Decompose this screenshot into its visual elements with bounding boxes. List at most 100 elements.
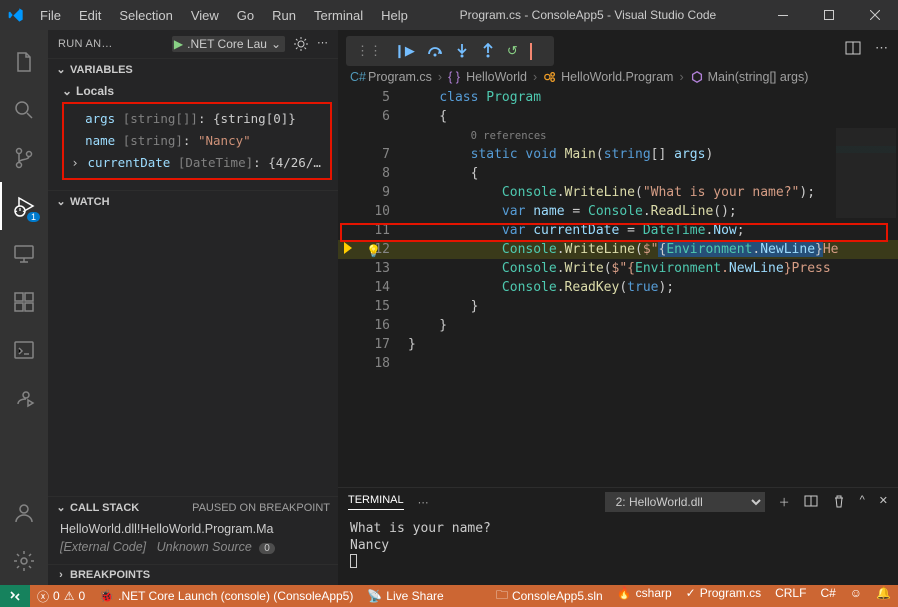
vscode-logo-icon [8,7,24,23]
drag-handle-icon[interactable]: ⋮⋮ [356,43,382,59]
minimap[interactable] [836,128,896,218]
eol-status[interactable]: CRLF [768,586,813,600]
more-icon[interactable]: ⋯ [317,36,328,52]
breakpoints-section-header[interactable]: › BREAKPOINTS [48,565,338,585]
code-line[interactable]: 7 static void Main(string[] args) [338,145,898,164]
breadcrumb[interactable]: C#Program.cs › { }HelloWorld › HelloWorl… [338,66,898,88]
menu-help[interactable]: Help [373,4,416,27]
variables-section-header[interactable]: ⌄ VARIABLES [48,59,338,80]
notifications-icon[interactable]: 🔔 [869,586,898,600]
execution-pointer-icon [344,242,352,254]
menu-edit[interactable]: Edit [71,4,109,27]
code-line[interactable]: 0 references [338,126,898,145]
namespace-icon: { } [448,70,462,84]
menu-view[interactable]: View [183,4,227,27]
lang-mode-status[interactable]: C# [813,586,842,600]
more-icon[interactable]: ⋯ [418,496,429,509]
liveshare-status[interactable]: 📡Live Share [360,585,450,607]
continue-icon[interactable]: ❙▶ [394,43,415,59]
variable-row[interactable]: › currentDate [DateTime]: {4/26/202… [70,152,324,174]
debug-target[interactable]: 🐞.NET Core Launch (console) (ConsoleApp5… [92,585,360,607]
solution-status[interactable]: 🗀ConsoleApp5.sln [489,586,610,607]
callstack-frame[interactable]: HelloWorld.dll!HelloWorld.Program.Ma [60,520,330,538]
maximize-panel-icon[interactable]: ^ [860,494,865,510]
remote-icon [8,589,22,603]
search-icon [12,98,36,122]
activity-search[interactable] [0,86,48,134]
debug-badge: 1 [27,212,40,222]
code-editor[interactable]: 5 class Program6 { 0 references7 static … [338,88,898,487]
chevron-down-icon: ⌄ [62,84,72,98]
launch-config-select[interactable]: ▶ .NET Core Lau ⌄ [172,36,285,52]
menu-file[interactable]: File [32,4,69,27]
warning-icon: ⚠ [64,589,75,603]
code-line[interactable]: 15 } [338,297,898,316]
step-over-icon[interactable] [427,44,443,58]
remote-explorer-icon [12,242,36,266]
step-out-icon[interactable] [481,43,495,59]
remote-indicator[interactable] [0,585,30,607]
activity-settings[interactable] [0,537,48,585]
maximize-button[interactable] [806,0,852,30]
lang-server-status[interactable]: 🔥csharp [610,586,679,600]
terminal-output[interactable]: What is your name? Nancy [338,516,898,577]
menu-selection[interactable]: Selection [111,4,180,27]
activity-debug[interactable]: 1 [0,182,48,230]
step-into-icon[interactable] [455,43,469,59]
activity-account[interactable] [0,489,48,537]
chevron-right-icon: › [70,152,80,174]
activity-console[interactable] [0,326,48,374]
activity-explorer[interactable] [0,38,48,86]
code-line[interactable]: 14 Console.ReadKey(true); [338,278,898,297]
activity-scm[interactable] [0,134,48,182]
code-line[interactable]: 13 Console.Write($"{Environment.NewLine}… [338,259,898,278]
problems-indicator[interactable]: ⓧ0 ⚠0 [30,585,92,607]
locals-scope[interactable]: ⌄ Locals [62,82,338,100]
code-line[interactable]: 18 [338,354,898,373]
split-terminal-icon[interactable] [804,494,818,510]
activity-remote[interactable] [0,230,48,278]
code-line[interactable]: 11 var currentDate = DateTime.Now; [338,221,898,240]
code-line[interactable]: 17} [338,335,898,354]
menu-go[interactable]: Go [229,4,262,27]
callstack-frame[interactable]: [External Code] Unknown Source 0 [60,538,330,556]
feedback-icon[interactable]: ☺ [843,586,869,600]
split-editor-icon[interactable] [845,40,861,56]
code-line[interactable]: 5 class Program [338,88,898,107]
callstack-section-header[interactable]: ⌄ CALL STACK PAUSED ON BREAKPOINT [48,497,338,518]
activity-extensions[interactable] [0,278,48,326]
debug-toolbar[interactable]: ⋮⋮ ❙▶ ↺ [346,36,554,66]
activity-liveshare[interactable] [0,374,48,422]
close-panel-icon[interactable]: ✕ [879,494,888,510]
chevron-down-icon: ⌄ [271,37,281,51]
editor-area: ⋮⋮ ❙▶ ↺ ⋯ C#Program.cs › { }HelloWorld ›… [338,30,898,585]
code-line[interactable]: 8 { [338,164,898,183]
close-button[interactable] [852,0,898,30]
terminal-tab[interactable]: TERMINAL [348,494,404,510]
code-line[interactable]: 12💡 Console.WriteLine($"{Environment.New… [338,240,898,259]
restart-icon[interactable]: ↺ [507,43,518,59]
code-line[interactable]: 9 Console.WriteLine("What is your name?"… [338,183,898,202]
watch-section-header[interactable]: ⌄ WATCH [48,191,338,212]
debug-icon: 🐞 [99,589,114,603]
menu-run[interactable]: Run [264,4,304,27]
code-line[interactable]: 6 { [338,107,898,126]
stop-icon[interactable] [530,44,532,59]
variable-row[interactable]: name [string]: "Nancy" [70,130,324,152]
more-icon[interactable]: ⋯ [875,40,888,56]
active-file-status[interactable]: ✓Program.cs [679,586,768,600]
terminal-select[interactable]: 2: HelloWorld.dll [605,492,765,512]
kill-terminal-icon[interactable] [832,494,846,510]
variable-row[interactable]: args [string[]]: {string[0]} [70,108,324,130]
open-launch-json-icon[interactable] [293,36,309,52]
new-terminal-icon[interactable]: ＋ [779,494,790,510]
code-line[interactable]: 10 var name = Console.ReadLine(); [338,202,898,221]
menu-terminal[interactable]: Terminal [306,4,371,27]
files-icon [12,50,36,74]
terminal-panel: TERMINAL ⋯ 2: HelloWorld.dll ＋ ^ ✕ What … [338,487,898,585]
chevron-down-icon: ⌄ [56,195,66,208]
minimize-button[interactable] [760,0,806,30]
code-line[interactable]: 16 } [338,316,898,335]
extensions-icon [12,290,36,314]
account-icon [12,501,36,525]
